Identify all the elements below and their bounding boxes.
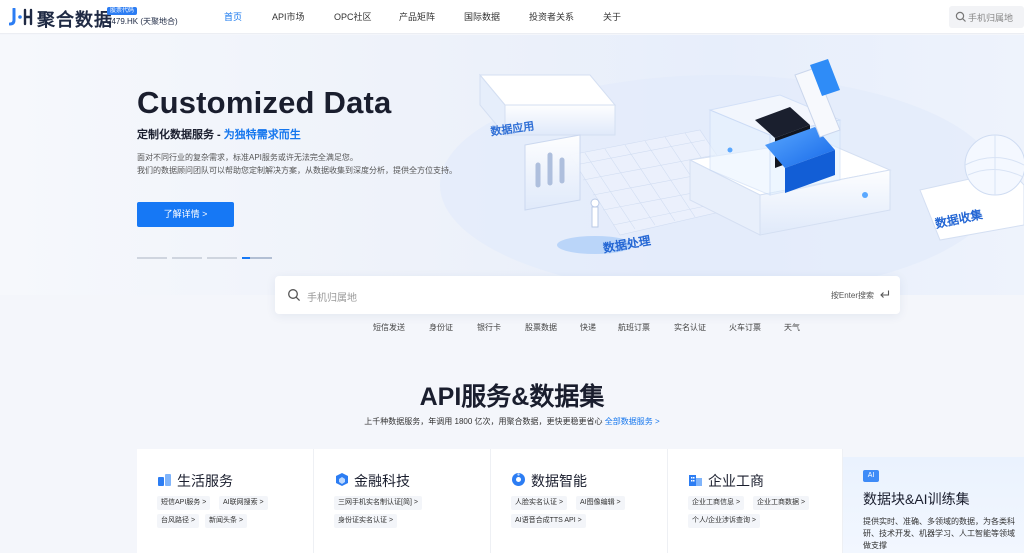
- tag-news[interactable]: 新闻头条 >: [205, 514, 248, 528]
- hero-desc-line-1: 面对不同行业的复杂需求，标准API服务或许无法完全满足您。: [137, 153, 358, 162]
- tag-typhoon[interactable]: 台风路径 >: [157, 514, 200, 528]
- hero-title: Customized Data: [137, 85, 392, 120]
- quick-link-real-name[interactable]: 实名认证: [674, 322, 706, 333]
- tag-ai-tts[interactable]: AI语音合成TTS API >: [511, 514, 586, 528]
- search-icon: [955, 11, 966, 22]
- main-search-input[interactable]: 手机归属地 按Enter搜索: [275, 276, 900, 314]
- card-title: 企业工商: [708, 473, 764, 489]
- card-ai-dataset[interactable]: AI 数据块&AI训练集 提供实时、准确、多领域的数据，为各类科研、技术开发、机…: [843, 457, 1024, 553]
- learn-more-button[interactable]: 了解详情 >: [137, 202, 234, 227]
- carousel-dot-3[interactable]: [207, 257, 237, 259]
- ai-dataset-title: 数据块&AI训练集: [863, 491, 970, 507]
- quick-link-train[interactable]: 火车订票: [729, 322, 761, 333]
- section-title: API服务&数据集: [419, 383, 605, 411]
- hero-subtitle-highlight: 为独特需求而生: [223, 129, 301, 141]
- hero-desc-line-2: 我们的数据顾问团队可以帮助您定制解决方案，从数据收集到深度分析，提供全方位支持。: [137, 166, 457, 175]
- nav-item-opc-community[interactable]: OPC社区: [334, 0, 372, 34]
- quick-link-sms[interactable]: 短信发送: [373, 322, 405, 333]
- nav-item-investor-relations[interactable]: 投资者关系: [529, 0, 574, 34]
- business-icon: [689, 475, 702, 486]
- quick-link-weather[interactable]: 天气: [784, 322, 800, 333]
- quick-link-id-card[interactable]: 身份证: [429, 322, 453, 333]
- carousel-dot-4[interactable]: [242, 257, 272, 259]
- nav-item-api-market[interactable]: API市场: [272, 0, 305, 34]
- card-title: 数据智能: [531, 473, 587, 489]
- quick-link-flight[interactable]: 航班订票: [618, 322, 650, 333]
- card-life-services[interactable]: 生活服务 短信API服务 > AI联网搜索 > 台风路径 > 新闻头条 >: [137, 449, 314, 553]
- tag-id-realname[interactable]: 身份证实名认证 >: [334, 514, 398, 528]
- section-description: 上千种数据服务，年调用 1800 亿次，用聚合数据，更快更稳更省心 全部数据服务…: [0, 416, 1024, 427]
- tag-litigation-query[interactable]: 个人/企业涉诉查询 >: [688, 514, 760, 528]
- nav-item-about[interactable]: 关于: [603, 0, 621, 34]
- search-icon: [288, 289, 301, 302]
- ai-badge-icon: AI: [863, 470, 879, 482]
- card-title: 生活服务: [177, 473, 233, 489]
- tag-sms-api[interactable]: 短信API服务 >: [157, 496, 211, 510]
- nav-search-placeholder: 手机归属地: [968, 13, 1014, 23]
- nav-item-product-matrix[interactable]: 产品矩阵: [399, 0, 435, 34]
- quick-link-stock-data[interactable]: 股票数据: [525, 322, 557, 333]
- hero-description: 面对不同行业的复杂需求，标准API服务或许无法完全满足您。 我们的数据顾问团队可…: [137, 151, 457, 177]
- tag-enterprise-data[interactable]: 企业工商数据 >: [753, 496, 810, 510]
- tag-face-realname[interactable]: 人脸实名认证 >: [511, 496, 568, 510]
- card-title: 金融科技: [354, 473, 410, 489]
- quick-link-bank-card[interactable]: 银行卡: [477, 322, 501, 333]
- brand-name: 聚合数据: [37, 10, 113, 30]
- tag-enterprise-info[interactable]: 企业工商信息 >: [688, 496, 745, 510]
- life-icon: [158, 474, 171, 486]
- card-fintech[interactable]: 金融科技 三网手机实名制认证[简] > 身份证实名认证 >: [314, 449, 491, 553]
- tag-3-network-realname[interactable]: 三网手机实名制认证[简] >: [334, 496, 422, 510]
- nav-item-international-data[interactable]: 国际数据: [464, 0, 500, 34]
- stock-tag: 股票代码: [107, 7, 138, 15]
- nav-item-home[interactable]: 首页: [224, 0, 242, 34]
- stock-code: 2479.HK (天聚地合): [107, 17, 178, 26]
- all-services-link[interactable]: 全部数据服务 >: [605, 417, 660, 426]
- card-enterprise-business[interactable]: 企业工商 企业工商信息 > 企业工商数据 > 个人/企业涉诉查询 >: [668, 449, 843, 553]
- ai-dataset-desc: 提供实时、准确、多领域的数据，为各类科研、技术开发、机器学习、人工智能等领域做支…: [863, 517, 1015, 550]
- search-enter-hint: 按Enter搜索: [830, 291, 874, 300]
- quick-link-express[interactable]: 快递: [580, 322, 596, 333]
- logo-mark-icon: [9, 8, 33, 26]
- hero-subtitle-prefix: 定制化数据服务 -: [137, 129, 224, 141]
- card-data-intelligence[interactable]: 数据智能 人脸实名认证 > AI图像编辑 > AI语音合成TTS API >: [491, 449, 668, 553]
- section-desc-text: 上千种数据服务，年调用 1800 亿次，用聚合数据，更快更稳更省心: [364, 417, 603, 426]
- finance-icon: [336, 473, 348, 486]
- top-nav: 聚合数据 股票代码 2479.HK (天聚地合) 首页 API市场 OPC社区 …: [0, 0, 1024, 34]
- hero-banner: 数据应用 数据处理 数据收集 Customized Data 定制化数据服务 -…: [0, 35, 1024, 295]
- enter-key-icon: [880, 290, 890, 298]
- intel-icon: [512, 473, 525, 486]
- hero-subtitle: 定制化数据服务 - 为独特需求而生: [137, 126, 301, 142]
- carousel-dot-2[interactable]: [172, 257, 202, 259]
- tag-ai-image-edit[interactable]: AI图像编辑 >: [576, 496, 625, 510]
- carousel-dot-1[interactable]: [137, 257, 167, 259]
- main-search-placeholder: 手机归属地: [307, 293, 357, 304]
- tag-ai-search[interactable]: AI联网搜索 >: [219, 496, 268, 510]
- hero-illustration: 数据应用 数据处理 数据收集: [440, 59, 1024, 295]
- nav-search-input[interactable]: 手机归属地: [949, 6, 1024, 28]
